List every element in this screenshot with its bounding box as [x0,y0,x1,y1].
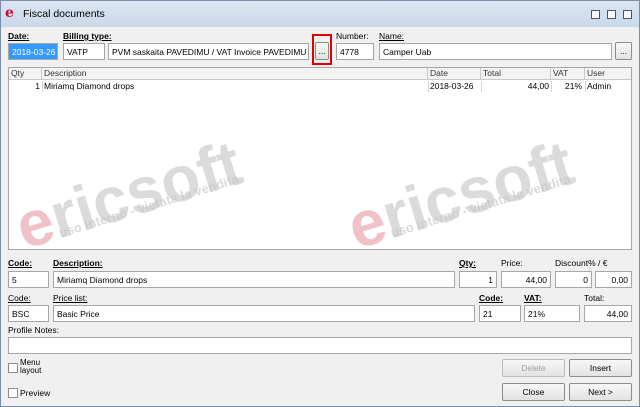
close-window-icon[interactable] [623,10,632,19]
menu-layout-checkbox[interactable] [8,363,18,373]
name-label: Name: [379,31,405,41]
title-bar: e Fiscal documents [1,1,639,27]
row-total-cell: 44,00 [527,81,549,91]
profile-notes-label: Profile Notes: [8,325,60,335]
menu-layout-label: Menu layout [20,358,42,375]
price-list-field[interactable]: Basic Price [53,305,475,322]
watermark-logo-left: ericsoft [8,126,250,250]
code2-label: Code: [8,293,31,303]
column-separator [428,81,429,92]
fiscal-documents-window: e Fiscal documents Date: 2018-03-26 Bill… [0,0,640,407]
close-button[interactable]: Close [502,383,565,401]
total-field[interactable]: 44,00 [584,305,632,322]
column-header-user[interactable]: User [585,68,631,80]
vat-code-field[interactable]: 21 [479,305,521,322]
date-field[interactable]: 2018-03-26 [8,43,58,60]
qty-label: Qty: [459,258,476,268]
watermark-caption-right: uso interno - vietata la vendita [389,171,573,241]
row-qty-cell: 1 [35,81,40,91]
row-date-cell: 2018-03-26 [430,81,474,91]
name-lookup-button[interactable]: ... [615,42,632,60]
vat-code-label: Code: [479,293,504,303]
column-separator [585,81,586,92]
column-header-total[interactable]: Total [481,68,551,80]
price-field[interactable]: 44,00 [501,271,551,288]
maximize-icon[interactable] [607,10,616,19]
column-header-qty[interactable]: Qty [9,68,42,80]
preview-checkbox[interactable] [8,388,18,398]
billing-description-field[interactable]: PVM saskaita PAVEDIMU / VAT Invoice PAVE… [108,43,309,60]
discount-amount-field[interactable]: 0,00 [595,271,632,288]
column-separator [42,81,43,92]
document-lines-table[interactable]: Qty Description Date Total VAT User 1 Mi… [8,67,632,250]
code2-field[interactable]: BSC [8,305,49,322]
vat-label: VAT: [524,293,542,303]
column-header-description[interactable]: Description [42,68,428,80]
name-field[interactable]: Camper Uab [379,43,612,60]
total-label: Total: [584,293,605,303]
preview-label: Preview [20,388,51,398]
billing-lookup-button[interactable]: ... [315,42,329,60]
insert-button[interactable]: Insert [569,359,632,377]
price-label: Price: [501,258,523,268]
discount-percent-field[interactable]: 0 [555,271,592,288]
number-label: Number: [336,31,369,41]
row-vat-cell: 21% [564,81,582,91]
row-description-cell: Miriamq Diamond drops [44,81,135,91]
next-button[interactable]: Next > [569,383,632,401]
billing-type-label: Billing type: [63,31,112,41]
description-label: Description: [53,258,103,268]
discount-label: Discount% / € [555,258,608,268]
watermark-caption-left: uso interno - vietata la vendita [57,171,241,241]
column-separator [481,81,482,92]
code-label: Code: [8,258,33,268]
app-logo-icon: e [5,5,14,21]
description-field[interactable]: Miriamq Diamond drops [53,271,455,288]
column-separator [551,81,552,92]
minimize-icon[interactable] [591,10,600,19]
vat-field[interactable]: 21% [524,305,580,322]
code-field[interactable]: 5 [8,271,49,288]
qty-field[interactable]: 1 [459,271,497,288]
watermark-logo-right: ericsoft [339,126,582,250]
number-field[interactable]: 4778 [336,43,374,60]
billing-code-field[interactable]: VATP [63,43,105,60]
row-user-cell: Admin [587,81,612,91]
delete-button[interactable]: Delete [502,359,565,377]
price-list-label: Price list: [53,293,88,303]
column-header-date[interactable]: Date [428,68,481,80]
column-header-vat[interactable]: VAT [551,68,585,80]
window-title: Fiscal documents [23,8,105,20]
profile-notes-field[interactable] [8,337,632,354]
date-label: Date: [8,31,30,41]
